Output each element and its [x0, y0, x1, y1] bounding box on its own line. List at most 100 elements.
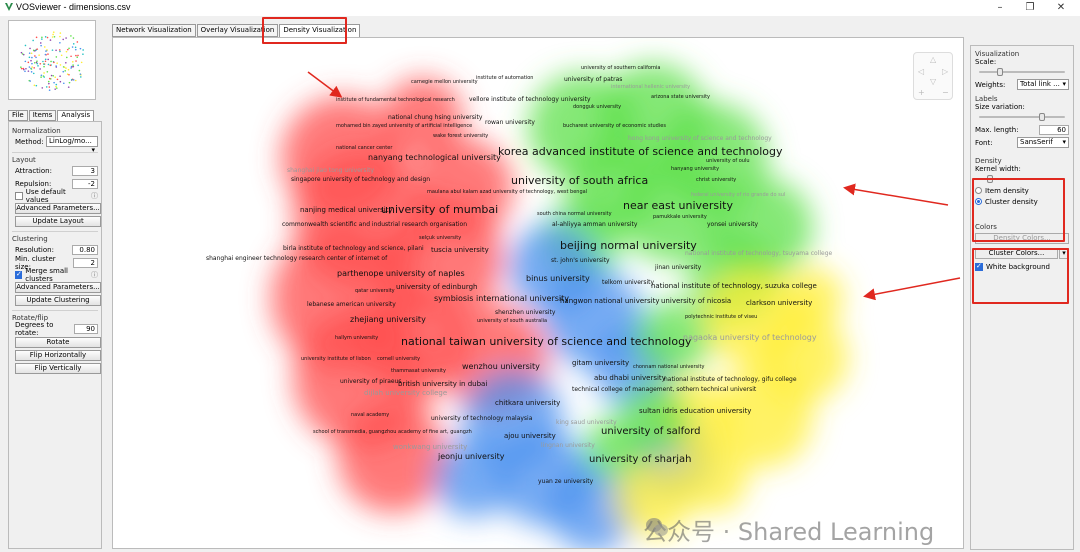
tab-density-visualization[interactable]: Density Visualization [279, 24, 361, 37]
layout-advanced-parameters-button[interactable]: Advanced Parameters... [15, 203, 101, 214]
university-label[interactable]: national cancer center [336, 145, 393, 151]
clustering-advanced-parameters-button[interactable]: Advanced Parameters... [15, 282, 101, 293]
scale-slider[interactable] [975, 67, 1069, 77]
university-label[interactable]: gitam university [572, 359, 629, 367]
university-label[interactable]: nanjing medical university [300, 206, 393, 214]
university-label[interactable]: chonnam national university [633, 364, 704, 370]
university-label[interactable]: polytechnic institute of viseu [685, 314, 757, 320]
cluster-colors-dropdown[interactable]: ▾ [1059, 248, 1069, 259]
university-label[interactable]: university of mumbai [381, 203, 498, 216]
university-label[interactable]: zhejiang university [350, 315, 426, 324]
max-length-input[interactable]: 60 [1039, 124, 1069, 135]
university-label[interactable]: near east university [623, 199, 733, 212]
zoom-pan-control[interactable]: △ ◁ ▷ ▽ + − [913, 52, 953, 100]
pan-up-icon[interactable]: △ [930, 55, 936, 64]
university-label[interactable]: wake forest university [433, 133, 488, 139]
university-label[interactable]: international hellenic university [611, 84, 690, 90]
university-label[interactable]: national institute of technology, tsuyam… [685, 250, 833, 257]
university-label[interactable]: chitkara university [495, 399, 560, 407]
university-label[interactable]: dongguk university [573, 104, 621, 110]
tab-file[interactable]: File [8, 110, 28, 121]
pan-left-icon[interactable]: ◁ [918, 67, 924, 76]
university-label[interactable]: shanghai engineer technology research ce… [206, 255, 388, 262]
flip-vertically-button[interactable]: Flip Vertically [15, 363, 101, 374]
university-label[interactable]: al-ahliyya amman university [552, 221, 638, 228]
university-label[interactable]: university of southern california [581, 65, 661, 71]
university-label[interactable]: hallym university [335, 335, 378, 341]
university-label[interactable]: university of sharjah [589, 454, 692, 465]
university-label[interactable]: parthenope university of naples [337, 269, 465, 278]
university-label[interactable]: vellore institute of technology universi… [469, 96, 591, 103]
update-clustering-button[interactable]: Update Clustering [15, 295, 101, 306]
university-label[interactable]: federal university of rio grande do sul [691, 192, 785, 198]
university-label[interactable]: symbiosis international university [434, 294, 569, 303]
close-button[interactable]: ✕ [1046, 0, 1076, 16]
university-label[interactable]: university of oulu [706, 158, 750, 164]
attraction-input[interactable]: 3 [72, 165, 98, 176]
density-colors-button[interactable]: Density Colors... [975, 233, 1069, 244]
university-label[interactable]: national chung hsing university [388, 114, 483, 121]
university-label[interactable]: technical college of management, sothern… [572, 386, 757, 393]
resolution-input[interactable]: 0.80 [72, 244, 98, 255]
university-label[interactable]: university of nicosia [661, 297, 731, 305]
university-label[interactable]: qatar university [355, 288, 395, 294]
white-background-checkbox[interactable]: White background [975, 261, 1069, 272]
university-label[interactable]: ajou university [504, 432, 556, 440]
university-label[interactable]: university of south africa [511, 174, 648, 187]
university-label[interactable]: jeonju university [437, 452, 505, 461]
update-layout-button[interactable]: Update Layout [15, 216, 101, 227]
university-label[interactable]: tuscia university [431, 246, 489, 254]
university-label[interactable]: clarkson university [746, 299, 812, 307]
university-label[interactable]: carnegie mellon university [411, 79, 478, 85]
university-label[interactable]: korea advanced institute of science and … [498, 145, 783, 158]
university-label[interactable]: national institute of technology, gifu c… [664, 376, 797, 383]
degrees-input[interactable]: 90 [73, 323, 98, 334]
university-label[interactable]: pamukkale university [653, 214, 707, 220]
density-map-canvas[interactable]: university of southern california univers… [112, 37, 964, 549]
tab-analysis[interactable]: Analysis [57, 110, 95, 121]
density-map[interactable]: university of southern california univers… [113, 38, 964, 549]
university-label[interactable]: singapore university of technology and d… [291, 176, 430, 183]
university-label[interactable]: birla institute of technology and scienc… [283, 245, 424, 252]
zoom-in-icon[interactable]: + [918, 88, 925, 97]
pan-down-icon[interactable]: ▽ [930, 77, 936, 86]
university-label[interactable]: university institute of lisbon [301, 356, 371, 362]
pan-right-icon[interactable]: ▷ [942, 67, 948, 76]
university-label[interactable]: institute of fundamental technological r… [336, 97, 455, 103]
university-label[interactable]: selçuk university [419, 235, 461, 241]
university-label[interactable]: telkom university [602, 279, 655, 286]
use-default-values-checkbox[interactable]: Use default values ⓘ [15, 188, 98, 204]
university-label[interactable]: hanyang university [671, 166, 719, 172]
university-label[interactable]: st. john's university [551, 257, 610, 264]
weights-select[interactable]: Total link ... ▾ [1017, 79, 1069, 90]
rotate-button[interactable]: Rotate [15, 337, 101, 348]
flip-horizontally-button[interactable]: Flip Horizontally [15, 350, 101, 361]
university-label[interactable]: yuan ze university [538, 478, 594, 485]
university-label[interactable]: abu dhabi university [594, 374, 666, 382]
university-label[interactable]: lebanese american university [307, 301, 396, 308]
university-label[interactable]: university of south australia [477, 318, 547, 324]
overview-thumbnail[interactable] [8, 20, 96, 100]
cluster-density-radio[interactable]: Cluster density [975, 196, 1069, 207]
university-label[interactable]: christ university [696, 177, 736, 183]
university-label[interactable]: university of edinburgh [396, 283, 477, 291]
university-label[interactable]: university of patras [564, 76, 622, 83]
university-label[interactable]: hangwon national university [560, 297, 660, 305]
university-label[interactable]: national taiwan university of science an… [401, 335, 692, 348]
university-label[interactable]: wenzhou university [462, 362, 540, 371]
university-label[interactable]: commonwealth scientific and industrial r… [282, 221, 467, 228]
item-density-radio[interactable]: Item density [975, 185, 1069, 196]
university-label[interactable]: rowan university [485, 119, 535, 126]
university-label[interactable]: cornell university [377, 356, 420, 362]
university-label[interactable]: university of salford [601, 426, 701, 437]
university-label[interactable]: naval academy [351, 412, 389, 418]
tab-items[interactable]: Items [28, 110, 57, 121]
university-label[interactable]: national institute of technology, suzuka… [651, 282, 817, 290]
university-label[interactable]: king saud university [556, 419, 617, 426]
method-select[interactable]: LinLog/mo... ▾ [46, 136, 98, 154]
university-label[interactable]: jinan university [654, 264, 702, 271]
university-label[interactable]: shenzhen university [495, 309, 556, 316]
university-label[interactable]: thammasat university [391, 368, 446, 374]
university-label[interactable]: school of transmedia, guangzhou academy … [313, 429, 472, 435]
size-variation-slider[interactable] [975, 112, 1069, 122]
